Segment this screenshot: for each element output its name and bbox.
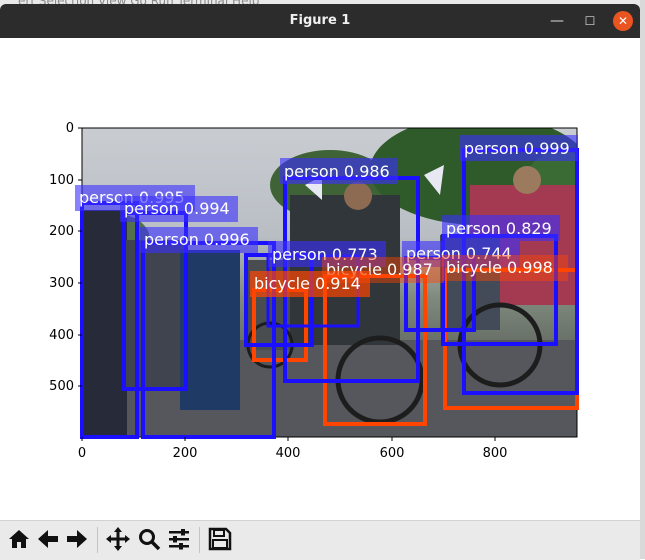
- back-button[interactable]: [36, 527, 60, 551]
- y-tick-label: 200: [49, 224, 74, 239]
- y-axis: 0 100 200 300 400 500: [49, 121, 82, 394]
- window-title: Figure 1: [289, 13, 351, 28]
- background-window-edge: [640, 0, 645, 559]
- forward-button[interactable]: [65, 527, 89, 551]
- label-person-0986: person 0.986: [284, 162, 390, 181]
- y-tick-label: 0: [66, 121, 74, 136]
- label-person-0996: person 0.996: [144, 230, 250, 249]
- zoom-icon: [139, 529, 161, 551]
- x-tick-label: 200: [173, 446, 198, 461]
- zoom-button[interactable]: [137, 527, 161, 551]
- label-person-0829: person 0.829: [446, 219, 552, 238]
- label-person-0994: person 0.994: [124, 199, 230, 218]
- save-button[interactable]: [208, 527, 232, 551]
- minimize-button[interactable]: —: [547, 11, 567, 31]
- y-tick-label: 400: [49, 328, 74, 343]
- home-button[interactable]: [7, 527, 31, 551]
- forward-arrow-icon: [67, 530, 87, 548]
- window-titlebar[interactable]: Figure 1 — ☐ ✕: [0, 4, 640, 38]
- y-tick-label: 500: [49, 379, 74, 394]
- y-tick-label: 100: [49, 173, 74, 188]
- toolbar-separator: [97, 527, 98, 553]
- navigation-toolbar: [0, 520, 640, 560]
- label-bicycle-0998: bicycle 0.998: [446, 258, 553, 277]
- label-person-0999: person 0.999: [464, 139, 570, 158]
- configure-subplots-button[interactable]: [167, 527, 191, 551]
- pan-button[interactable]: [106, 527, 130, 551]
- close-button[interactable]: ✕: [613, 11, 633, 31]
- label-bicycle-0914: bicycle 0.914: [254, 274, 361, 293]
- pan-icon: [106, 527, 130, 551]
- y-tick-label: 300: [49, 276, 74, 291]
- plot-svg: person 0.999 person 0.986 person 0.995 p…: [49, 121, 579, 461]
- configure-subplots-icon: [169, 529, 189, 550]
- figure-canvas[interactable]: person 0.999 person 0.986 person 0.995 p…: [0, 38, 640, 520]
- back-arrow-icon: [38, 530, 58, 548]
- x-tick-label: 600: [380, 446, 405, 461]
- x-tick-label: 0: [78, 446, 86, 461]
- x-tick-label: 400: [276, 446, 301, 461]
- maximize-button[interactable]: ☐: [580, 11, 600, 31]
- save-icon: [208, 527, 232, 551]
- toolbar-separator: [199, 527, 200, 553]
- home-icon: [9, 530, 29, 548]
- x-axis: 0 200 400 600 800: [78, 437, 508, 461]
- x-tick-label: 800: [483, 446, 508, 461]
